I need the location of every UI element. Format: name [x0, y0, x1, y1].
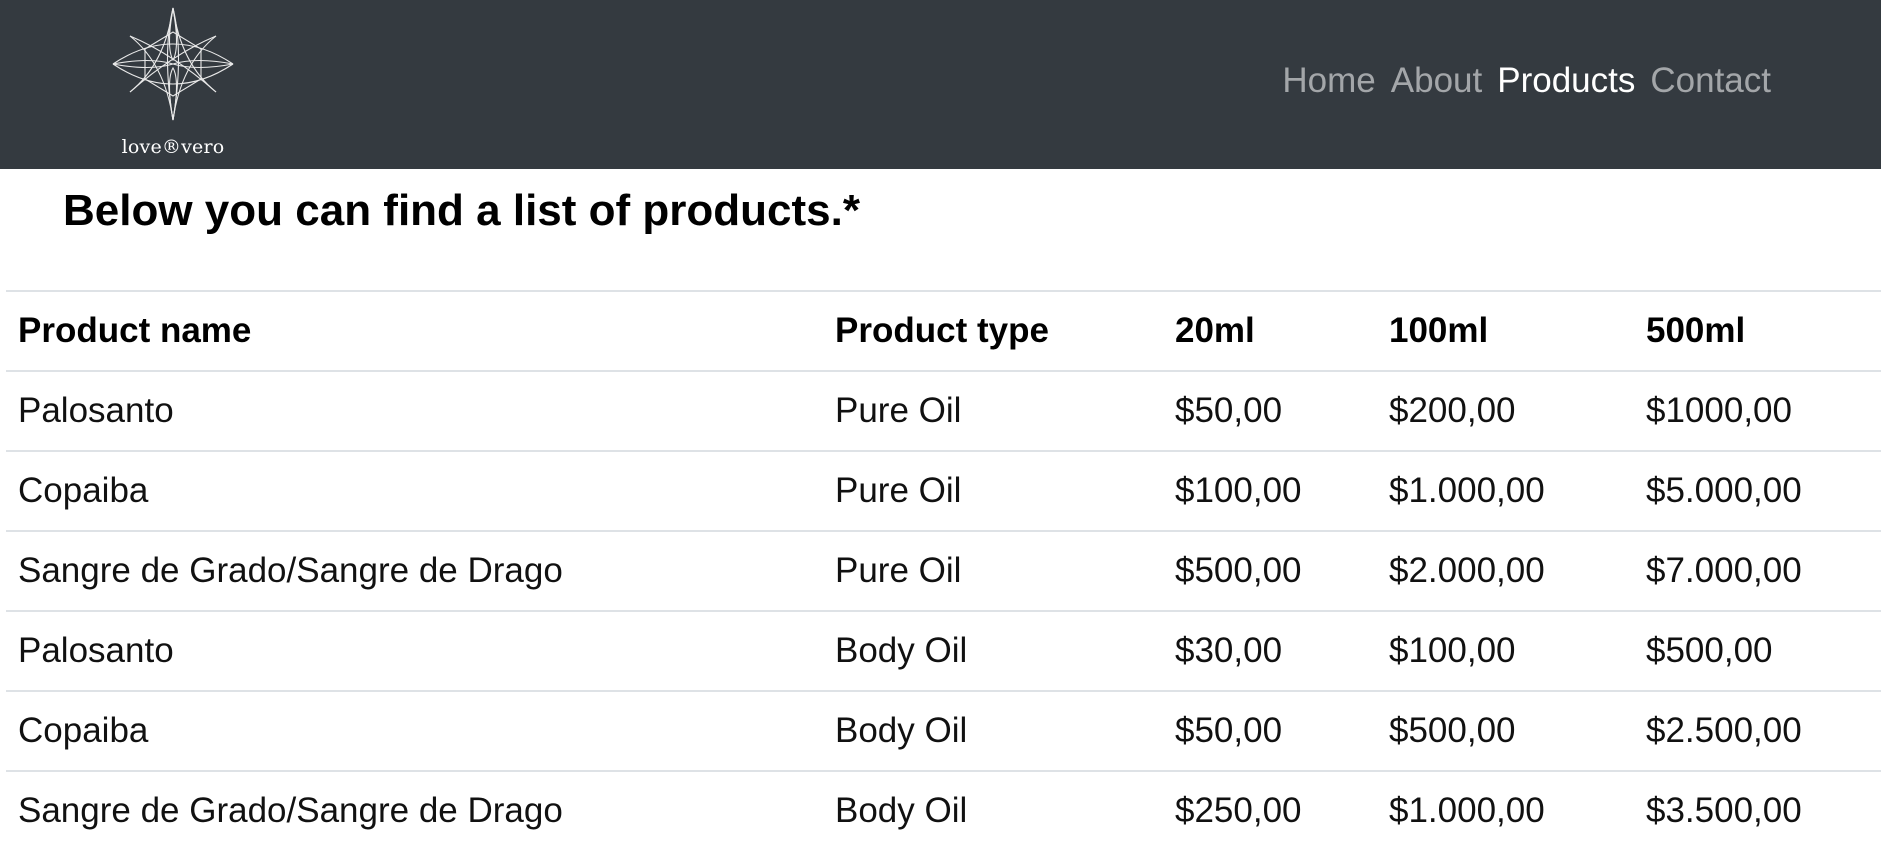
cell-product-type: Pure Oil — [823, 370, 1163, 451]
header-100ml: 100ml — [1377, 290, 1634, 372]
cell-product-type: Body Oil — [823, 610, 1163, 691]
cell-price-20ml: $50,00 — [1163, 370, 1377, 451]
header-500ml: 500ml — [1634, 290, 1881, 372]
cell-price-500ml: $3.500,00 — [1634, 770, 1881, 850]
cell-price-100ml: $100,00 — [1377, 610, 1634, 691]
products-table: Product name Product type 20ml 100ml 500… — [6, 290, 1881, 850]
cell-product-type: Pure Oil — [823, 450, 1163, 531]
header-20ml: 20ml — [1163, 290, 1377, 372]
nav-link-about[interactable]: About — [1391, 58, 1482, 104]
brand-logo-link[interactable]: love®vero — [110, 4, 236, 164]
cell-product-name: Palosanto — [6, 610, 823, 691]
navbar: love®vero Home About Products Contact — [0, 0, 1881, 169]
table-row: Palosanto Body Oil $30,00 $100,00 $500,0… — [6, 610, 1881, 691]
cell-price-500ml: $500,00 — [1634, 610, 1881, 691]
cell-product-name: Sangre de Grado/Sangre de Drago — [6, 770, 823, 850]
nav-link-contact[interactable]: Contact — [1650, 58, 1771, 104]
cell-product-name: Copaiba — [6, 450, 823, 531]
cell-price-20ml: $250,00 — [1163, 770, 1377, 850]
brand-name: love®vero — [121, 136, 225, 158]
table-row: Copaiba Body Oil $50,00 $500,00 $2.500,0… — [6, 690, 1881, 771]
cell-price-20ml: $50,00 — [1163, 690, 1377, 771]
table-header-row: Product name Product type 20ml 100ml 500… — [6, 290, 1881, 372]
page-heading: Below you can find a list of products.* — [63, 186, 860, 235]
cell-price-500ml: $2.500,00 — [1634, 690, 1881, 771]
cell-price-20ml: $30,00 — [1163, 610, 1377, 691]
nav-link-products[interactable]: Products — [1497, 58, 1635, 104]
cell-product-type: Body Oil — [823, 690, 1163, 771]
cell-product-type: Pure Oil — [823, 530, 1163, 611]
cell-price-500ml: $1000,00 — [1634, 370, 1881, 451]
nav-link-home[interactable]: Home — [1282, 58, 1375, 104]
cell-product-type: Body Oil — [823, 770, 1163, 850]
cell-product-name: Copaiba — [6, 690, 823, 771]
table-row: Palosanto Pure Oil $50,00 $200,00 $1000,… — [6, 370, 1881, 451]
cell-price-100ml: $1.000,00 — [1377, 450, 1634, 531]
cell-price-20ml: $500,00 — [1163, 530, 1377, 611]
table-row: Sangre de Grado/Sangre de Drago Pure Oil… — [6, 530, 1881, 611]
table-row: Sangre de Grado/Sangre de Drago Body Oil… — [6, 770, 1881, 850]
header-product-name: Product name — [6, 290, 823, 372]
cell-price-500ml: $7.000,00 — [1634, 530, 1881, 611]
cell-price-100ml: $1.000,00 — [1377, 770, 1634, 850]
header-product-type: Product type — [823, 290, 1163, 372]
table-row: Copaiba Pure Oil $100,00 $1.000,00 $5.00… — [6, 450, 1881, 531]
cell-price-100ml: $2.000,00 — [1377, 530, 1634, 611]
star-logo-icon — [112, 7, 234, 121]
cell-price-500ml: $5.000,00 — [1634, 450, 1881, 531]
cell-product-name: Palosanto — [6, 370, 823, 451]
cell-price-100ml: $200,00 — [1377, 370, 1634, 451]
nav-links: Home About Products Contact — [1282, 58, 1771, 104]
cell-price-20ml: $100,00 — [1163, 450, 1377, 531]
cell-product-name: Sangre de Grado/Sangre de Drago — [6, 530, 823, 611]
cell-price-100ml: $500,00 — [1377, 690, 1634, 771]
